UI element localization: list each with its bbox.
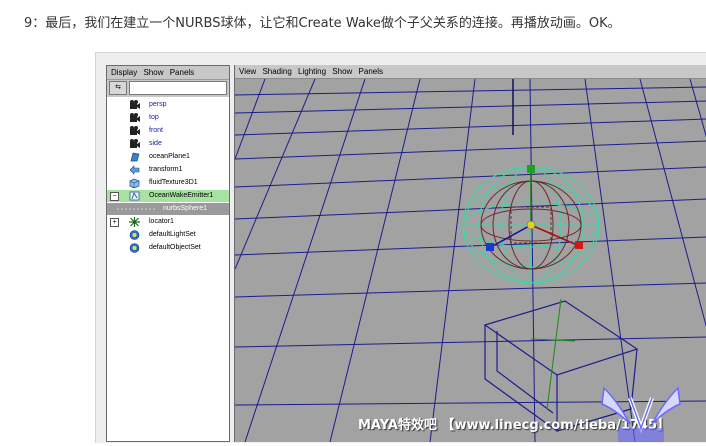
menu-shading[interactable]: Shading bbox=[262, 67, 291, 76]
outliner-item-label: locator1 bbox=[149, 218, 174, 225]
camera-icon bbox=[129, 126, 140, 136]
outliner-item-label: side bbox=[149, 140, 162, 147]
outliner-menubar: Display Show Panels bbox=[107, 66, 229, 80]
outliner-item-nurbs-sphere[interactable]: nurbsSphere1 bbox=[107, 203, 229, 215]
y-axis-handle bbox=[527, 165, 535, 173]
outliner-item-top[interactable]: top bbox=[107, 112, 229, 124]
outliner-item-label: defaultObjectSet bbox=[149, 244, 201, 251]
outliner-item-transform[interactable]: transform1 bbox=[107, 164, 229, 176]
z-axis-handle bbox=[486, 243, 494, 251]
outliner-item-ocean-wake-emitter[interactable]: − OceanWakeEmitter1 bbox=[107, 190, 229, 202]
outliner-item-front[interactable]: front bbox=[107, 125, 229, 137]
ocean-plane-icon bbox=[129, 152, 140, 162]
wing-logo-icon bbox=[596, 384, 686, 446]
outliner-item-ocean-plane[interactable]: oceanPlane1 bbox=[107, 151, 229, 163]
outliner-item-default-light-set[interactable]: defaultLightSet bbox=[107, 229, 229, 241]
outliner-item-label: defaultLightSet bbox=[149, 231, 196, 238]
outliner-item-persp[interactable]: persp bbox=[107, 99, 229, 111]
outliner-item-label: OceanWakeEmitter1 bbox=[149, 192, 214, 199]
emitter-icon bbox=[129, 191, 140, 201]
camera-icon bbox=[129, 113, 140, 123]
menu-panels[interactable]: Panels bbox=[170, 68, 194, 77]
outliner-item-locator[interactable]: + locator1 bbox=[107, 216, 229, 228]
menu-lighting[interactable]: Lighting bbox=[298, 67, 326, 76]
outliner-tree: persp top front side oceanPlane1 transfo… bbox=[107, 97, 229, 441]
viewport-menubar: View Shading Lighting Show Panels bbox=[235, 65, 706, 79]
outliner-item-label: persp bbox=[149, 101, 167, 108]
menu-show[interactable]: Show bbox=[332, 67, 352, 76]
outliner-item-default-object-set[interactable]: defaultObjectSet bbox=[107, 242, 229, 254]
outliner-item-label: fluidTexture3D1 bbox=[149, 179, 198, 186]
locator-icon bbox=[129, 217, 140, 227]
outliner-panel: Display Show Panels ⇆ persp top front si… bbox=[106, 65, 230, 442]
collapse-toggle-icon[interactable]: − bbox=[110, 192, 119, 201]
outliner-item-label: transform1 bbox=[149, 166, 183, 173]
fluid-container-icon bbox=[129, 178, 140, 189]
menu-display[interactable]: Display bbox=[111, 68, 137, 77]
outliner-item-label: nurbsSphere1 bbox=[163, 205, 207, 212]
step-caption: 9：最后，我们在建立一个NURBS球体，让它和Create Wake做个子父关系… bbox=[24, 16, 621, 31]
locator-axis bbox=[546, 298, 562, 410]
camera-icon bbox=[129, 100, 140, 110]
outliner-item-label: top bbox=[149, 114, 159, 121]
filter-options-button[interactable]: ⇆ bbox=[109, 81, 127, 95]
transform-icon bbox=[129, 165, 140, 175]
expand-toggle-icon[interactable]: + bbox=[110, 218, 119, 227]
outliner-item-label: front bbox=[149, 127, 164, 134]
menu-view[interactable]: View bbox=[239, 67, 256, 76]
outliner-filter-row: ⇆ bbox=[109, 81, 227, 95]
menu-panels[interactable]: Panels bbox=[359, 67, 383, 76]
outliner-item-fluid-texture[interactable]: fluidTexture3D1 bbox=[107, 177, 229, 189]
camera-icon bbox=[129, 139, 140, 149]
center-handle bbox=[526, 220, 536, 230]
x-axis-handle bbox=[575, 241, 583, 249]
menu-show[interactable]: Show bbox=[143, 68, 163, 77]
outliner-item-label: oceanPlane1 bbox=[149, 153, 190, 160]
set-icon bbox=[129, 230, 140, 240]
outliner-search-input[interactable] bbox=[129, 81, 227, 95]
set-icon bbox=[129, 243, 140, 253]
outliner-item-side[interactable]: side bbox=[107, 138, 229, 150]
hierarchy-line-icon bbox=[117, 204, 157, 214]
